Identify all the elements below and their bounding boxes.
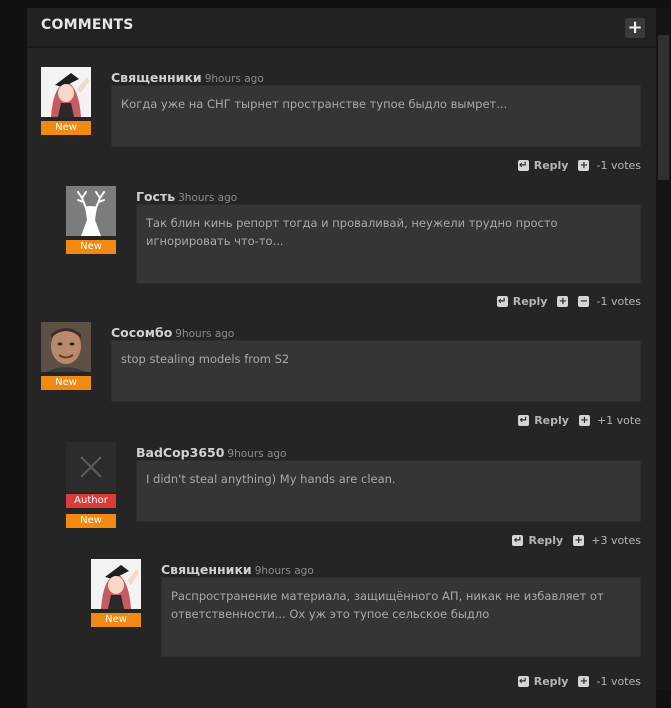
vote-count: -1 votes	[596, 675, 641, 688]
comment-actions: ↵ Reply + -1 votes	[517, 159, 641, 172]
man-face-avatar-icon	[41, 322, 91, 372]
new-badge: New	[41, 121, 91, 135]
add-comment-button[interactable]: +	[625, 18, 645, 38]
comment-actions: ↵ Reply + − -1 votes	[496, 295, 641, 308]
comment: New Священники 9hours ago Распространение…	[91, 559, 641, 689]
anime-girl-avatar-icon	[41, 67, 91, 117]
avatar[interactable]	[66, 442, 116, 492]
comment: Author New BadCop3650 9hours ago I didn't…	[66, 442, 641, 552]
empty-x-avatar-icon	[66, 442, 116, 492]
comment: New Сосомбо 9hours ago stop stealing mode…	[41, 322, 641, 432]
reply-button[interactable]: Reply	[534, 414, 569, 427]
vote-count: +3 votes	[591, 534, 641, 547]
avatar[interactable]	[41, 67, 91, 117]
comment-actions: ↵ Reply + +1 vote	[518, 414, 641, 427]
reply-icon[interactable]: ↵	[496, 296, 508, 307]
reply-icon[interactable]: ↵	[518, 415, 530, 426]
comment-actions: ↵ Reply + -1 votes	[517, 675, 641, 688]
comment-text: stop stealing models from S2	[111, 340, 641, 402]
comment-actions: ↵ Reply + +3 votes	[512, 534, 641, 547]
new-badge: New	[66, 240, 116, 254]
reply-icon[interactable]: ↵	[517, 160, 529, 171]
comment-text: Распространение материала, защищённого А…	[161, 577, 641, 657]
upvote-icon[interactable]: +	[578, 676, 590, 687]
reply-icon[interactable]: ↵	[512, 535, 524, 546]
panel-title: COMMENTS	[41, 17, 134, 33]
reply-icon[interactable]: ↵	[517, 676, 529, 687]
new-badge: New	[91, 613, 141, 627]
timestamp: 9hours ago	[175, 328, 235, 340]
upvote-icon[interactable]: +	[573, 535, 585, 546]
vote-count: -1 votes	[596, 159, 641, 172]
author-name[interactable]: Священники	[111, 70, 202, 85]
comment-text: Когда уже на СНГ тырнет пространстве туп…	[111, 85, 641, 147]
comment: New Священники 9hours ago Когда уже на СН…	[41, 67, 641, 177]
author-name[interactable]: Гость	[136, 189, 175, 204]
new-badge: New	[66, 514, 116, 528]
avatar[interactable]	[66, 186, 116, 236]
avatar[interactable]	[91, 559, 141, 609]
vote-count: +1 vote	[596, 414, 641, 427]
anime-girl-avatar-icon	[91, 559, 141, 609]
upvote-icon[interactable]: +	[557, 296, 569, 307]
reply-button[interactable]: Reply	[528, 534, 563, 547]
timestamp: 3hours ago	[178, 192, 238, 204]
downvote-icon[interactable]: −	[578, 296, 590, 307]
upvote-icon[interactable]: +	[578, 160, 590, 171]
comment-text: I didn't steal anything) My hands are cl…	[136, 460, 641, 522]
comment-text: Так блин кинь репорт тогда и проваливай,…	[136, 204, 641, 284]
timestamp: 9hours ago	[227, 448, 287, 460]
panel-header: COMMENTS +	[27, 8, 656, 48]
reply-button[interactable]: Reply	[534, 159, 569, 172]
reply-button[interactable]: Reply	[534, 675, 569, 688]
deer-avatar-icon	[66, 186, 116, 236]
vote-count: -1 votes	[596, 295, 641, 308]
reply-button[interactable]: Reply	[513, 295, 548, 308]
timestamp: 9hours ago	[204, 73, 264, 85]
author-name[interactable]: Сосомбо	[111, 325, 172, 340]
author-name[interactable]: Священники	[161, 562, 252, 577]
author-name[interactable]: BadCop3650	[136, 445, 224, 460]
comment: New Гость 3hours ago Так блин кинь репорт…	[66, 186, 641, 308]
new-badge: New	[41, 376, 91, 390]
scrollbar-thumb[interactable]	[658, 35, 669, 180]
avatar[interactable]	[41, 322, 91, 372]
timestamp: 9hours ago	[254, 565, 314, 577]
upvote-icon[interactable]: +	[578, 415, 590, 426]
comments-panel: COMMENTS + New Священники 9hours ago Когд…	[27, 8, 656, 708]
author-badge: Author	[66, 494, 116, 508]
